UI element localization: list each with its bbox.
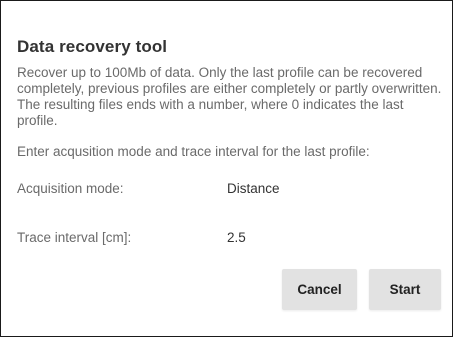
cancel-button[interactable]: Cancel bbox=[282, 269, 357, 310]
trace-interval-value[interactable]: 2.5 bbox=[227, 230, 246, 245]
dialog-instruction: Enter acqusition mode and trace interval… bbox=[17, 144, 370, 159]
dialog-description: Recover up to 100Mb of data. Only the la… bbox=[17, 65, 442, 128]
start-button[interactable]: Start bbox=[369, 269, 441, 310]
dialog-title: Data recovery tool bbox=[17, 37, 168, 56]
acquisition-mode-value[interactable]: Distance bbox=[227, 181, 280, 196]
data-recovery-dialog: Data recovery tool Recover up to 100Mb o… bbox=[0, 0, 453, 337]
acquisition-mode-label: Acquisition mode: bbox=[17, 181, 124, 196]
trace-interval-label: Trace interval [cm]: bbox=[17, 230, 132, 245]
